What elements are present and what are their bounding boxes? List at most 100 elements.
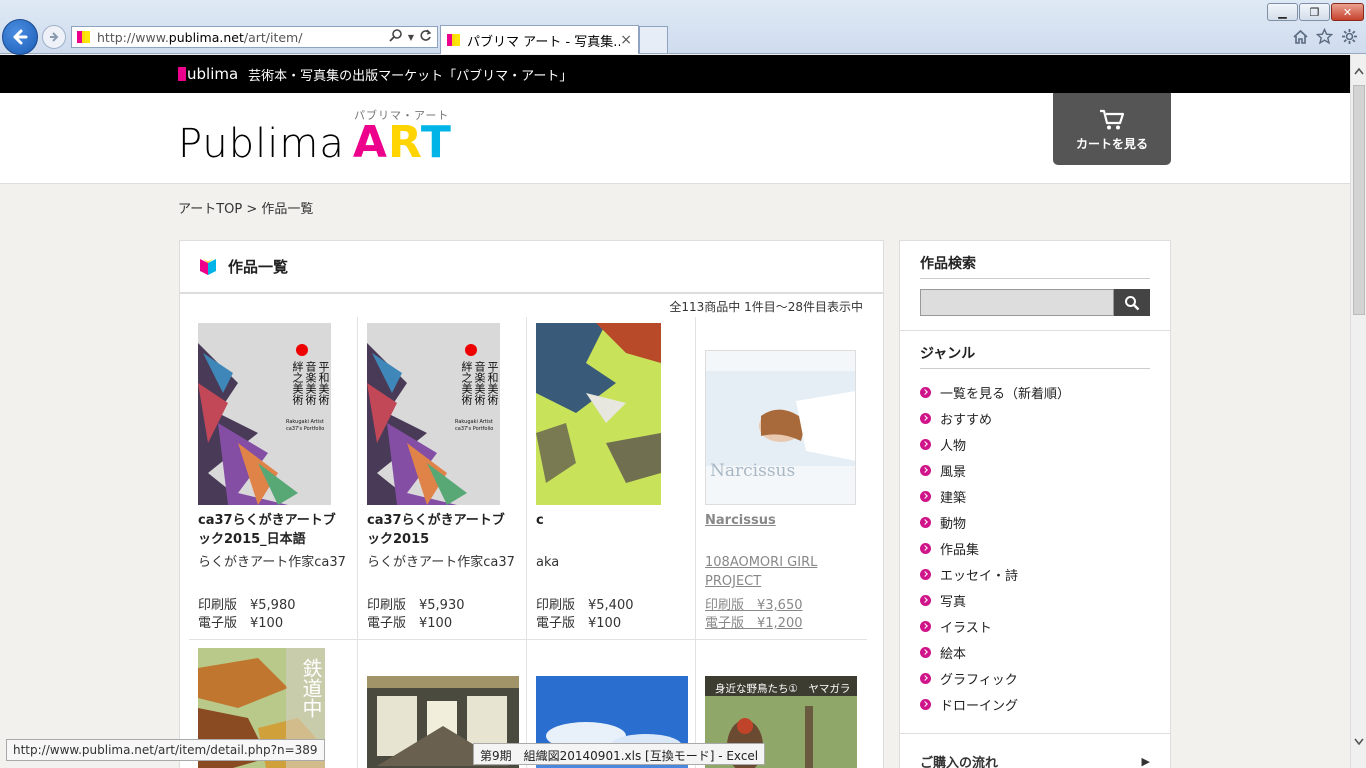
star-icon[interactable] <box>1315 27 1334 50</box>
list-header: 作品一覧 <box>180 241 883 294</box>
item-author[interactable]: 108AOMORI GIRL PROJECT <box>705 553 856 595</box>
favicon-icon <box>77 31 91 43</box>
taskbar-preview-popup: 第9期 組織図20140901.xls [互換モード] - Excel <box>473 743 766 765</box>
ebook-price: 電子版 ¥100 <box>536 616 622 631</box>
item-thumbnail[interactable]: 平和美術 音楽美術 絆之美術 Rakugaki Artist ca37's Po… <box>198 323 348 505</box>
url-text[interactable]: http://www.publima.net/art/item/ <box>97 30 389 45</box>
genre-item[interactable]: 絵本 <box>920 639 1150 665</box>
list-item[interactable]: 平和美術 音楽美術 絆之美術 Rakugaki Artist ca37's Po… <box>358 317 527 639</box>
cart-label: カートを見る <box>1075 137 1148 151</box>
scroll-down-icon[interactable] <box>1351 738 1366 754</box>
cart-icon <box>1099 109 1125 131</box>
ebook-price: 電子版 ¥100 <box>367 616 453 631</box>
genre-item[interactable]: 建築 <box>920 483 1150 509</box>
narcissus-cover-title: Narcissus <box>710 461 796 481</box>
chevron-right-icon <box>920 672 931 684</box>
genre-item[interactable]: 風景 <box>920 457 1150 483</box>
book-cover-subtitle: Rakugaki Artist ca37's Portfolio <box>455 419 494 432</box>
tab-close-icon[interactable]: × <box>620 32 632 48</box>
genre-item[interactable]: イラスト <box>920 613 1150 639</box>
print-price: 印刷版 ¥5,980 <box>198 598 296 613</box>
item-grid: 平和美術 音楽美術 絆之美術 Rakugaki Artist ca37's Po… <box>189 317 867 768</box>
chevron-right-icon <box>920 698 931 710</box>
item-prices: 印刷版 ¥5,930 電子版 ¥100 <box>367 597 465 633</box>
genre-item[interactable]: 写真 <box>920 587 1150 613</box>
chevron-right-icon <box>920 568 931 580</box>
item-author: らくがきアート作家ca37 <box>367 555 515 570</box>
genre-item[interactable]: 人物 <box>920 431 1150 457</box>
triangle-right-icon: ▶ <box>1141 755 1150 768</box>
list-item[interactable]: c aka 印刷版 ¥5,400 電子版 ¥100 <box>527 317 696 639</box>
home-icon[interactable] <box>1292 28 1309 50</box>
chevron-right-icon <box>920 542 931 554</box>
refresh-icon[interactable] <box>419 29 432 46</box>
chevron-right-icon <box>920 646 931 658</box>
genre-heading: ジャンル <box>920 343 1150 369</box>
genre-item[interactable]: おすすめ <box>920 405 1150 431</box>
view-cart-button[interactable]: カートを見る <box>1053 93 1171 165</box>
search-icon[interactable] <box>389 28 403 46</box>
chevron-right-icon <box>920 516 931 528</box>
tab-publima[interactable]: パブリマ アート - 写真集... × <box>440 25 639 54</box>
new-tab-button[interactable] <box>639 26 668 53</box>
search-button[interactable] <box>1114 289 1150 316</box>
vertical-scrollbar[interactable] <box>1350 55 1366 768</box>
book-icon <box>200 258 216 275</box>
restore-button[interactable]: ❐ <box>1299 3 1330 21</box>
web-page: ublima 芸術本・写真集の出版マーケット「パブリマ・アート」 Publima… <box>0 55 1350 768</box>
genre-item[interactable]: エッセイ・詩 <box>920 561 1150 587</box>
purchase-flow-link[interactable]: ご購入の流れ ▶ <box>900 734 1170 768</box>
chevron-right-icon <box>920 594 931 606</box>
back-button[interactable] <box>2 19 38 55</box>
scroll-up-icon[interactable] <box>1351 67 1366 83</box>
status-url-popup: http://www.publima.net/art/item/detail.p… <box>6 739 325 761</box>
publima-art-logo[interactable]: Publima ART パブリマ・アート <box>178 109 452 165</box>
gear-icon[interactable] <box>1341 28 1358 50</box>
item-name[interactable]: c <box>536 511 686 549</box>
list-item[interactable]: 平和美術 音楽美術 絆之美術 Rakugaki Artist ca37's Po… <box>189 317 358 639</box>
close-window-button[interactable]: ✕ <box>1331 3 1364 21</box>
publima-mark-icon <box>178 67 186 81</box>
genre-item[interactable]: 作品集 <box>920 535 1150 561</box>
chevron-right-icon <box>920 464 931 476</box>
publima-mini-logo[interactable]: ublima <box>178 65 238 83</box>
ebook-price: 電子版 ¥100 <box>198 616 284 631</box>
browser-chrome: http://www.publima.net/art/item/ ▼ パブリマ … <box>0 0 1366 55</box>
page-title: 作品一覧 <box>228 258 289 276</box>
search-form <box>920 289 1150 316</box>
breadcrumb[interactable]: アートTOP > 作品一覧 <box>178 198 313 217</box>
item-name[interactable]: Narcissus <box>705 511 856 549</box>
genre-item[interactable]: 動物 <box>920 509 1150 535</box>
ebook-price[interactable]: 電子版 ¥1,200 <box>705 615 803 633</box>
list-item[interactable]: Narcissus Narcissus 108AOMORI GIRL PROJE… <box>696 317 865 639</box>
item-thumbnail[interactable]: Narcissus <box>705 323 856 505</box>
genre-list: 一覧を見る（新着順） おすすめ 人物 風景 建築 動物 作品集 エッセイ・詩 写… <box>920 379 1150 717</box>
site-topbar: ublima 芸術本・写真集の出版マーケット「パブリマ・アート」 <box>0 55 1350 93</box>
item-row: 平和美術 音楽美術 絆之美術 Rakugaki Artist ca37's Po… <box>189 317 867 640</box>
minimize-button[interactable]: ▁ <box>1267 3 1298 21</box>
search-input[interactable] <box>920 289 1114 316</box>
dropdown-icon[interactable]: ▼ <box>408 33 414 42</box>
purchase-flow-label: ご購入の流れ <box>920 756 999 768</box>
item-thumbnail[interactable] <box>536 323 686 505</box>
genre-item[interactable]: 一覧を見る（新着順） <box>920 379 1150 405</box>
item-name[interactable]: ca37らくがきアートブック2015_日本語 <box>198 511 348 549</box>
forward-button[interactable] <box>42 25 66 49</box>
genre-block: ジャンル 一覧を見る（新着順） おすすめ 人物 風景 建築 動物 作品集 エッセ… <box>900 331 1170 734</box>
item-name[interactable]: ca37らくがきアートブック2015 <box>367 511 517 549</box>
tab-favicon-icon <box>447 34 461 46</box>
genre-item[interactable]: グラフィック <box>920 665 1150 691</box>
scrollbar-thumb[interactable] <box>1353 85 1365 315</box>
print-price: 印刷版 ¥5,400 <box>536 598 634 613</box>
logo-kana: パブリマ・アート <box>354 109 450 122</box>
genre-item[interactable]: ドローイング <box>920 691 1150 717</box>
search-block: 作品検索 <box>900 241 1170 331</box>
book-cover-title: 身近な野鳥たち① ヤマガラ <box>715 683 851 695</box>
chevron-right-icon <box>920 386 931 398</box>
item-thumbnail[interactable]: 平和美術 音楽美術 絆之美術 Rakugaki Artist ca37's Po… <box>367 323 517 505</box>
address-bar[interactable]: http://www.publima.net/art/item/ ▼ <box>71 26 438 48</box>
result-count: 全113商品中 1件目～28件目表示中 <box>669 300 863 314</box>
book-cover-subtitle: Rakugaki Artist ca37's Portfolio <box>286 419 325 432</box>
print-price[interactable]: 印刷版 ¥3,650 <box>705 597 803 615</box>
tab-title: パブリマ アート - 写真集... <box>467 34 621 50</box>
